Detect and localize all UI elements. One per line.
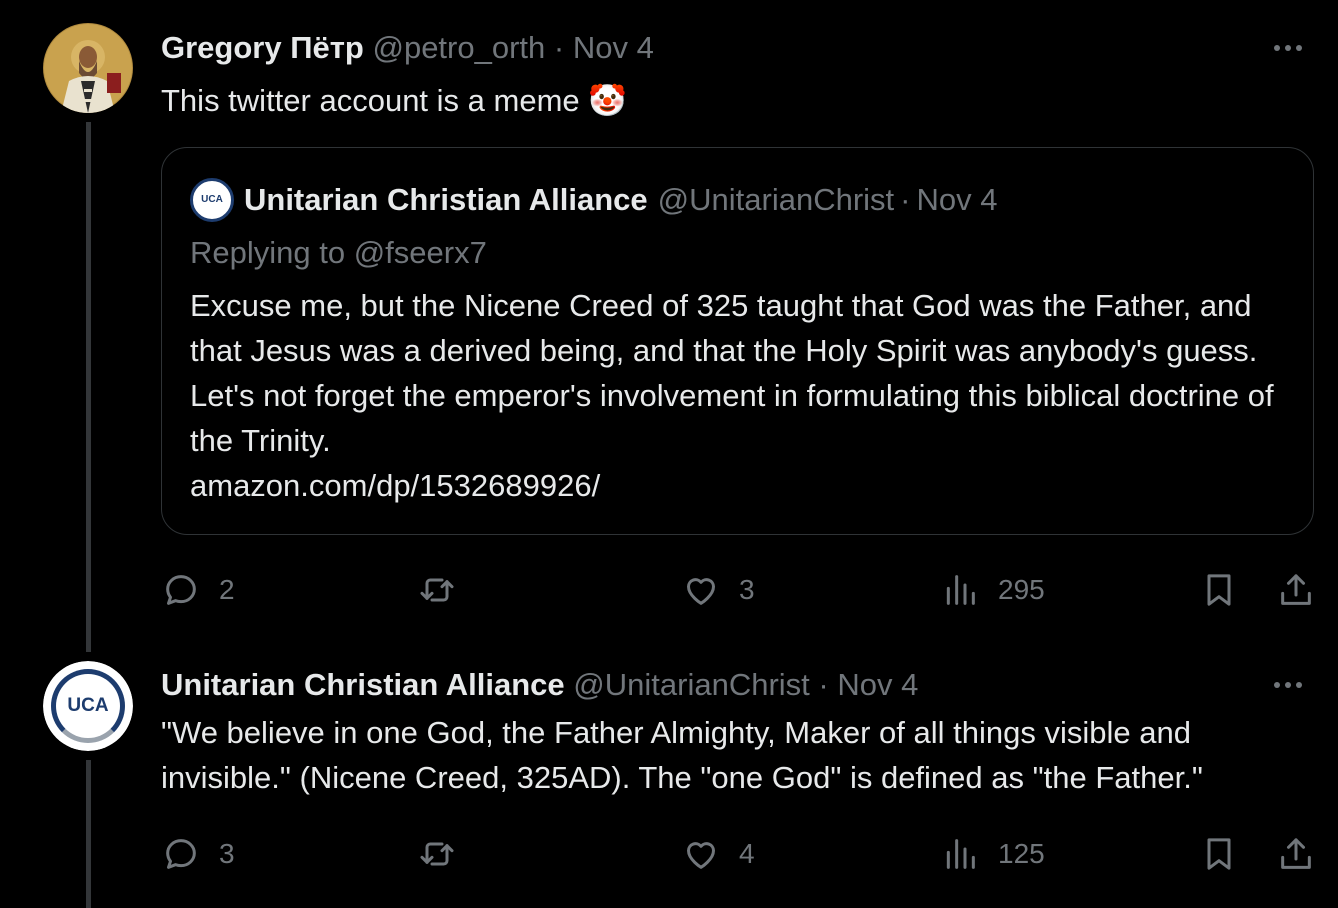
separator: · <box>553 30 565 65</box>
icon-portrait-image <box>43 23 133 113</box>
quoted-handle[interactable]: @UnitarianChrist <box>658 180 894 220</box>
tweet-actions: 2 3 295 <box>161 567 1321 613</box>
bookmark-button[interactable] <box>1199 567 1239 613</box>
tweet[interactable]: Gregory Пётр @petro_orth · Nov 4 This tw… <box>161 28 1302 123</box>
share-button[interactable] <box>1276 831 1316 877</box>
reply-icon <box>166 575 196 605</box>
share-icon <box>1281 838 1311 869</box>
views-count: 125 <box>998 838 1045 869</box>
quoted-timestamp[interactable]: Nov 4 <box>916 180 997 220</box>
quoted-tweet-header: UCA Unitarian Christian Alliance @Unitar… <box>190 178 1283 222</box>
reply-icon <box>166 839 196 869</box>
tweet-header: Unitarian Christian Alliance @UnitarianC… <box>161 665 1302 705</box>
share-button[interactable] <box>1276 567 1316 613</box>
avatar[interactable] <box>43 23 133 113</box>
views-button[interactable]: 295 <box>940 567 1045 613</box>
reply-count: 2 <box>219 574 235 605</box>
avatar[interactable]: UCA <box>43 661 133 751</box>
bookmark-icon <box>1207 574 1231 606</box>
display-name[interactable]: Gregory Пётр <box>161 30 364 65</box>
views-icon <box>946 839 975 869</box>
like-button[interactable]: 3 <box>681 567 755 613</box>
separator: · <box>818 667 829 702</box>
quoted-display-name[interactable]: Unitarian Christian Alliance <box>244 180 648 220</box>
clown-emoji-icon: 🤡 <box>588 83 627 118</box>
handle[interactable]: @petro_orth <box>372 30 545 65</box>
replying-to[interactable]: Replying to @fseerx7 <box>190 230 1283 275</box>
quoted-avatar[interactable]: UCA <box>190 178 234 222</box>
like-count: 3 <box>739 574 755 605</box>
quoted-tweet-text: Excuse me, but the Nicene Creed of 325 t… <box>190 283 1283 508</box>
quoted-link[interactable]: amazon.com/dp/1532689926/ <box>190 468 600 503</box>
more-icon[interactable] <box>1262 675 1302 695</box>
uca-logo-text: UCA <box>67 695 109 716</box>
timestamp[interactable]: Nov 4 <box>837 667 918 702</box>
like-button[interactable]: 4 <box>681 831 755 877</box>
tweet-header: Gregory Пётр @petro_orth · Nov 4 <box>161 28 1302 68</box>
views-count: 295 <box>998 574 1045 605</box>
quoted-text-content: Excuse me, but the Nicene Creed of 325 t… <box>190 288 1274 458</box>
more-icon[interactable] <box>1262 38 1302 58</box>
like-icon <box>687 578 715 605</box>
like-icon <box>687 842 715 869</box>
uca-logo-text: UCA <box>201 194 223 205</box>
tweet[interactable]: Unitarian Christian Alliance @UnitarianC… <box>161 665 1302 800</box>
retweet-button[interactable] <box>417 831 475 877</box>
reply-button[interactable]: 2 <box>161 567 235 613</box>
views-icon <box>946 575 975 605</box>
like-count: 4 <box>739 838 755 869</box>
tweet-text-content: This twitter account is a meme <box>161 83 580 118</box>
handle[interactable]: @UnitarianChrist <box>573 667 809 702</box>
thread-line-bottom <box>86 760 91 908</box>
reply-button[interactable]: 3 <box>161 831 235 877</box>
timestamp[interactable]: Nov 4 <box>573 30 654 65</box>
quoted-separator: · <box>900 182 911 217</box>
retweet-button[interactable] <box>417 567 475 613</box>
thread-line-top <box>86 122 91 652</box>
tweet-actions: 3 4 125 <box>161 831 1321 877</box>
uca-logo-icon: UCA <box>43 661 133 751</box>
display-name[interactable]: Unitarian Christian Alliance <box>161 667 565 702</box>
retweet-icon <box>420 842 454 866</box>
quoted-tweet[interactable]: UCA Unitarian Christian Alliance @Unitar… <box>161 147 1314 535</box>
tweet-text: This twitter account is a meme 🤡 <box>161 78 1302 123</box>
bookmark-button[interactable] <box>1199 831 1239 877</box>
bookmark-icon <box>1207 838 1231 870</box>
tweet-text: "We believe in one God, the Father Almig… <box>161 715 1203 795</box>
share-icon <box>1281 574 1311 605</box>
views-button[interactable]: 125 <box>940 831 1045 877</box>
reply-count: 3 <box>219 838 235 869</box>
retweet-icon <box>420 578 454 602</box>
